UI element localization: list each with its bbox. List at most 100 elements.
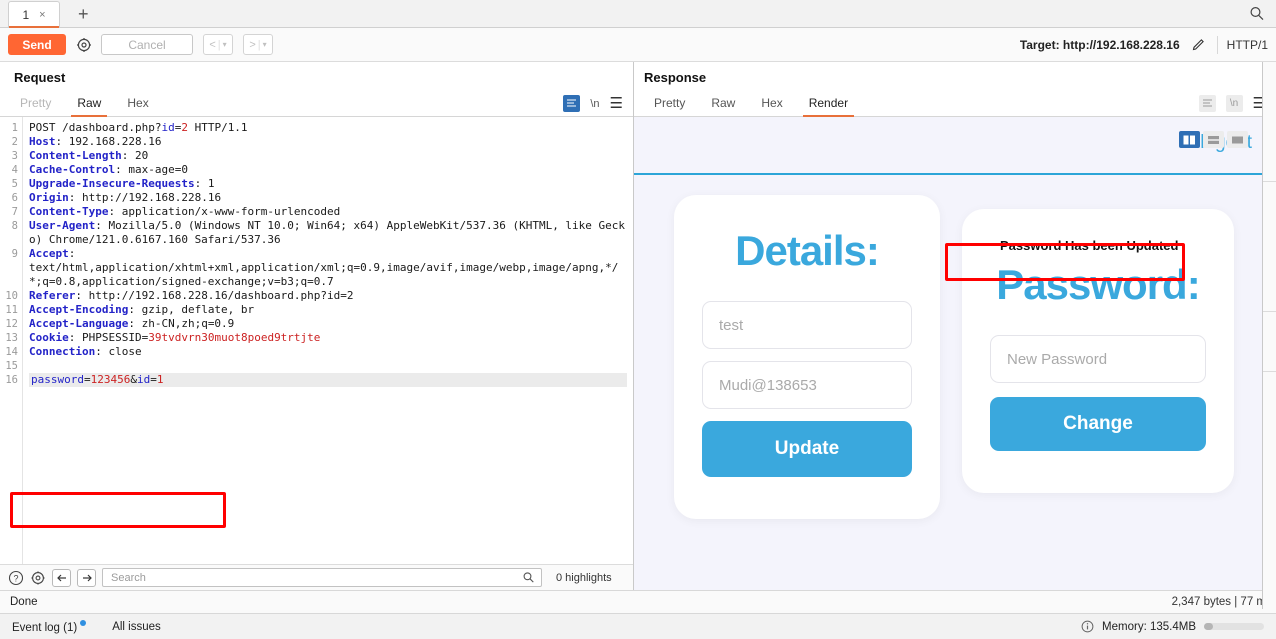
- previous-request-button[interactable]: < | ▾: [203, 34, 233, 55]
- response-tab-pretty[interactable]: Pretty: [648, 96, 691, 116]
- highlight-count: 0 highlights: [556, 571, 612, 584]
- details-heading: Details:: [735, 227, 880, 274]
- event-log-button[interactable]: Event log (1): [12, 619, 87, 634]
- request-tab-icons: \n ☰: [563, 95, 633, 116]
- burp-repeater-window: 1 × + Send Cancel < | ▾ > | ▾ Target: ht…: [0, 0, 1276, 639]
- divider: [1216, 35, 1218, 54]
- request-line: POST /dashboard.php?id=2 HTTP/1.1: [29, 121, 248, 134]
- pencil-icon[interactable]: [1189, 35, 1208, 54]
- repeater-tab-label: 1: [22, 7, 30, 22]
- svg-text:?: ?: [13, 573, 18, 583]
- search-icon[interactable]: [522, 571, 535, 584]
- info-icon[interactable]: [1081, 620, 1094, 633]
- newline-icon[interactable]: \n: [590, 98, 599, 110]
- memory-bar[interactable]: [1204, 623, 1264, 630]
- inspector-section-response[interactable]: [1263, 182, 1276, 312]
- response-tab-hex[interactable]: Hex: [755, 96, 788, 116]
- side-by-side-layout-button[interactable]: [1179, 131, 1200, 148]
- request-line: Accept-Encoding: gzip, deflate, br: [29, 303, 255, 316]
- rendered-response: logout Details: test Mudi@138653 Update …: [634, 117, 1276, 590]
- request-line: Content-Type: application/x-www-form-url…: [29, 205, 341, 218]
- divider: |: [257, 38, 261, 51]
- password-heading: Password:: [996, 261, 1200, 308]
- request-tab-hex[interactable]: Hex: [121, 96, 154, 116]
- newline-icon[interactable]: \n: [1225, 95, 1243, 112]
- memory-label: Memory: 135.4MB: [1102, 620, 1196, 633]
- single-pane-layout-button[interactable]: [1227, 131, 1248, 148]
- request-line: Cache-Control: max-age=0: [29, 163, 188, 176]
- response-tab-render[interactable]: Render: [802, 96, 855, 117]
- status-bar: Done 2,347 bytes | 77 m: [0, 590, 1276, 613]
- arrow-left-icon[interactable]: [52, 568, 71, 587]
- cancel-button[interactable]: Cancel: [101, 34, 193, 55]
- main-split: Request Pretty Raw Hex \n ☰ 1 2 3 4 5 6 7 8 9 10 1…: [0, 62, 1276, 609]
- search-icon[interactable]: [1248, 5, 1266, 23]
- request-line: Content-Length: 20: [29, 149, 149, 162]
- protocol-label[interactable]: HTTP/1: [1227, 38, 1268, 52]
- footer-bar: Event log (1) All issues Memory: 135.4MB: [0, 613, 1276, 639]
- update-button[interactable]: Update: [702, 421, 912, 477]
- word-wrap-icon[interactable]: [563, 95, 581, 112]
- request-line: Accept-Language: zh-CN,zh;q=0.9: [29, 317, 235, 330]
- gear-icon[interactable]: [30, 570, 46, 586]
- search-input[interactable]: [109, 570, 522, 585]
- response-tab-raw[interactable]: Raw: [705, 96, 741, 116]
- line-number-gutter: 1 2 3 4 5 6 7 8 9 10 11 12 13 14 15 16: [0, 117, 22, 564]
- event-log-label: Event log (1): [12, 621, 78, 634]
- request-line: password=123456&id=1: [29, 373, 627, 387]
- details-card: Details: test Mudi@138653 Update: [674, 195, 940, 519]
- footer-right-group: Memory: 135.4MB: [1081, 620, 1264, 633]
- send-button[interactable]: Send: [8, 34, 66, 55]
- password-card: Password Has been Updated Password: New …: [962, 209, 1234, 493]
- close-icon[interactable]: ×: [39, 9, 45, 21]
- request-line: Accept: text/html,application/xhtml+xml,…: [29, 247, 619, 288]
- chevron-left-icon: <: [209, 38, 216, 51]
- request-pane: Request Pretty Raw Hex \n ☰ 1 2 3 4 5 6 7 8 9 10 1…: [0, 62, 634, 590]
- arrow-right-icon[interactable]: [77, 568, 96, 587]
- help-icon[interactable]: ?: [8, 570, 24, 586]
- request-line: Upgrade-Insecure-Requests: 1: [29, 177, 215, 190]
- toolbar-right-group: Target: http://192.168.228.16 HTTP/1: [1020, 35, 1268, 54]
- divider: |: [217, 38, 221, 51]
- request-line: User-Agent: Mozilla/5.0 (Windows NT 10.0…: [29, 219, 626, 246]
- layout-toggle-group: [1179, 131, 1248, 148]
- add-tab-button[interactable]: +: [72, 5, 95, 27]
- repeater-toolbar: Send Cancel < | ▾ > | ▾ Target: http://1…: [0, 28, 1276, 62]
- status-left-text: Done: [10, 596, 38, 608]
- page-cards: Details: test Mudi@138653 Update Passwor…: [634, 175, 1276, 519]
- stacked-layout-button[interactable]: [1203, 131, 1224, 148]
- request-line: [29, 359, 627, 373]
- hamburger-menu-icon[interactable]: ☰: [610, 96, 623, 111]
- request-line: Host: 192.168.228.16: [29, 135, 162, 148]
- inspector-rail[interactable]: [1262, 62, 1276, 609]
- request-tab-pretty[interactable]: Pretty: [14, 96, 57, 116]
- target-label: Target: http://192.168.228.16: [1019, 37, 1180, 52]
- repeater-tab-1[interactable]: 1 ×: [8, 1, 60, 28]
- request-raw-text[interactable]: POST /dashboard.php?id=2 HTTP/1.1 Host: 1…: [22, 117, 633, 564]
- chevron-down-icon: ▾: [262, 40, 267, 49]
- all-issues-button[interactable]: All issues: [112, 621, 161, 633]
- new-password-field[interactable]: New Password: [990, 335, 1206, 383]
- response-size-text: 2,347 bytes | 77 m: [1171, 596, 1266, 608]
- rendered-page: logout Details: test Mudi@138653 Update …: [634, 117, 1276, 590]
- request-line: Referer: http://192.168.228.16/dashboard…: [29, 289, 354, 302]
- next-request-button[interactable]: > | ▾: [243, 34, 273, 55]
- request-tab-raw[interactable]: Raw: [71, 96, 108, 117]
- change-button[interactable]: Change: [990, 397, 1206, 451]
- inspector-section-extra[interactable]: [1263, 312, 1276, 372]
- repeater-tab-strip: 1 × +: [0, 0, 1276, 28]
- gear-icon[interactable]: [74, 35, 93, 54]
- event-log-indicator-dot: [80, 619, 87, 626]
- chevron-down-icon: ▾: [222, 40, 227, 49]
- inspector-section-request[interactable]: [1263, 62, 1276, 182]
- username-field[interactable]: test: [702, 301, 912, 349]
- email-field[interactable]: Mudi@138653: [702, 361, 912, 409]
- response-pane: Response Pretty Raw Hex Render \n ☰ Deta…: [634, 62, 1276, 590]
- request-editor[interactable]: 1 2 3 4 5 6 7 8 9 10 11 12 13 14 15 16 POST /dashboard.…: [0, 117, 633, 564]
- response-title: Response: [644, 70, 707, 85]
- request-line: Connection: close: [29, 345, 142, 358]
- search-field[interactable]: [102, 568, 542, 587]
- word-wrap-icon[interactable]: [1198, 95, 1216, 112]
- chevron-right-icon: >: [249, 38, 256, 51]
- request-line: Origin: http://192.168.228.16: [29, 191, 222, 204]
